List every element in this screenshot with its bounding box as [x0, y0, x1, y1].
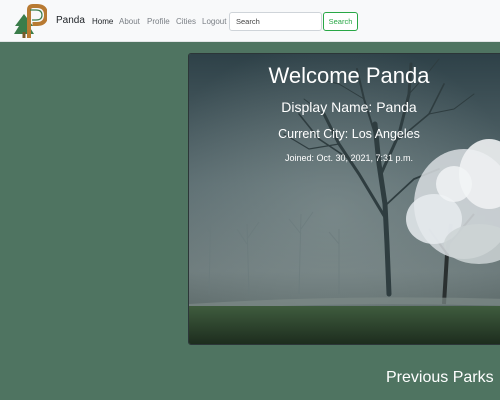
- search-button[interactable]: Search: [323, 12, 358, 31]
- nav-link-profile[interactable]: Profile: [147, 17, 170, 26]
- joined-date-text: Joined: Oct. 30, 2021, 7:31 p.m.: [284, 153, 414, 163]
- nav-link-logout[interactable]: Logout: [202, 17, 226, 26]
- welcome-heading: Welcome Panda: [268, 63, 430, 88]
- current-city-text: Current City: Los Angeles: [278, 127, 420, 141]
- display-name-text: Display Name: Panda: [281, 99, 417, 115]
- nav-link-cities[interactable]: Cities: [176, 17, 196, 26]
- profile-hero: Welcome Panda Display Name: Panda Curren…: [188, 53, 500, 345]
- search-input[interactable]: [229, 12, 322, 31]
- navbar: Panda Home About Profile Cities Logout S…: [0, 0, 500, 42]
- park-logo-icon[interactable]: [13, 4, 47, 38]
- nav-link-home[interactable]: Home: [92, 17, 113, 26]
- foggy-park-background-image: [189, 54, 500, 344]
- previous-parks-heading: Previous Parks: [386, 369, 494, 386]
- brand-name[interactable]: Panda: [56, 15, 85, 26]
- nav-link-about[interactable]: About: [119, 17, 140, 26]
